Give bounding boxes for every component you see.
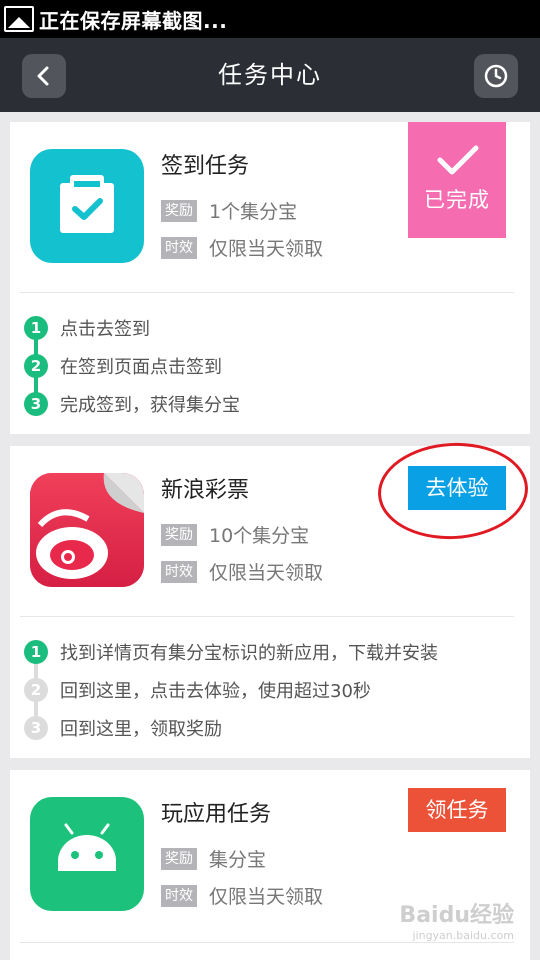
- weibo-logo-icon: [30, 473, 144, 587]
- step-number: 3: [24, 716, 48, 740]
- step-text: 完成签到，获得集分宝: [60, 395, 240, 416]
- step-list: 1 找到详情页有集分宝标识的新应用，下载并安装 2 回到这里，点击去体验，使用超…: [24, 633, 438, 747]
- step-number: 1: [24, 316, 48, 340]
- time-value: 仅限当天领取: [209, 562, 324, 584]
- step-text: 找到详情页有集分宝标识的新应用，下载并安装: [60, 643, 438, 664]
- step-number: 1: [24, 640, 48, 664]
- reward-value: 10个集分宝: [209, 525, 310, 547]
- app-header: 任务中心: [0, 38, 540, 112]
- reward-tag: 奖励: [161, 199, 197, 222]
- checkin-app-icon: [30, 149, 144, 263]
- reward-value: 集分宝: [209, 849, 267, 871]
- clock-icon: [484, 64, 508, 88]
- step-text: 点击去签到: [60, 319, 150, 340]
- time-tag: 时效: [161, 560, 197, 583]
- claim-task-button[interactable]: 领任务: [408, 788, 506, 832]
- step-text: 回到这里，领取奖励: [60, 719, 222, 740]
- time-tag: 时效: [161, 884, 197, 907]
- task-name: 新浪彩票: [161, 478, 250, 503]
- step-text: 回到这里，点击去体验，使用超过30秒: [60, 681, 371, 702]
- time-tag: 时效: [161, 236, 197, 259]
- baidu-watermark: Baidu经验 jingyan.baidu.com: [399, 897, 514, 942]
- status-text: 正在保存屏幕截图...: [39, 8, 228, 33]
- completed-label: 已完成: [424, 188, 490, 212]
- step-list: 1 点击去签到 2 在签到页面点击签到 3 完成签到，获得集分宝: [24, 309, 240, 423]
- clipboard-check-icon: [60, 175, 114, 233]
- sina-lottery-app-icon: [30, 473, 144, 587]
- task-name: 玩应用任务: [161, 802, 272, 827]
- time-row: 时效 仅限当天领取: [161, 558, 323, 585]
- step-item: 3 完成签到，获得集分宝: [24, 385, 240, 423]
- time-value: 仅限当天领取: [209, 238, 324, 260]
- reward-tag: 奖励: [161, 847, 197, 870]
- time-row: 时效 仅限当天领取: [161, 882, 323, 909]
- divider: [20, 292, 514, 293]
- time-value: 仅限当天领取: [209, 886, 324, 908]
- step-number: 3: [24, 392, 48, 416]
- reward-row: 奖励 1个集分宝: [161, 197, 297, 224]
- image-icon: [4, 6, 34, 32]
- step-item: 2 回到这里，点击去体验，使用超过30秒: [24, 671, 438, 709]
- checkmark-icon: [437, 145, 479, 175]
- step-text: 在签到页面点击签到: [60, 357, 222, 378]
- task-name: 签到任务: [161, 154, 250, 179]
- step-item: 2 在签到页面点击签到: [24, 347, 240, 385]
- android-icon: [58, 823, 116, 871]
- page-title: 任务中心: [218, 61, 322, 89]
- step-item: 1 找到详情页有集分宝标识的新应用，下载并安装: [24, 633, 438, 671]
- step-number: 2: [24, 354, 48, 378]
- watermark-text: Baidu经验: [399, 903, 514, 928]
- divider: [20, 616, 514, 617]
- completed-badge: 已完成: [408, 122, 506, 238]
- step-item: 1 点击去签到: [24, 309, 240, 347]
- step-number: 2: [24, 678, 48, 702]
- status-bar: 正在保存屏幕截图...: [0, 0, 540, 38]
- reward-tag: 奖励: [161, 523, 197, 546]
- reward-row: 奖励 10个集分宝: [161, 521, 309, 548]
- divider: [20, 942, 514, 943]
- time-row: 时效 仅限当天领取: [161, 234, 323, 261]
- task-card-checkin[interactable]: 签到任务 奖励 1个集分宝 时效 仅限当天领取 已完成 1 点击去签到 2 在签…: [10, 122, 530, 434]
- watermark-url: jingyan.baidu.com: [412, 929, 514, 942]
- badge-zigzag-edge: [408, 232, 506, 238]
- step-item: 3 回到这里，领取奖励: [24, 709, 438, 747]
- reward-value: 1个集分宝: [209, 201, 298, 223]
- reward-row: 奖励 集分宝: [161, 845, 266, 872]
- history-button[interactable]: [474, 54, 518, 98]
- android-app-icon: [30, 797, 144, 911]
